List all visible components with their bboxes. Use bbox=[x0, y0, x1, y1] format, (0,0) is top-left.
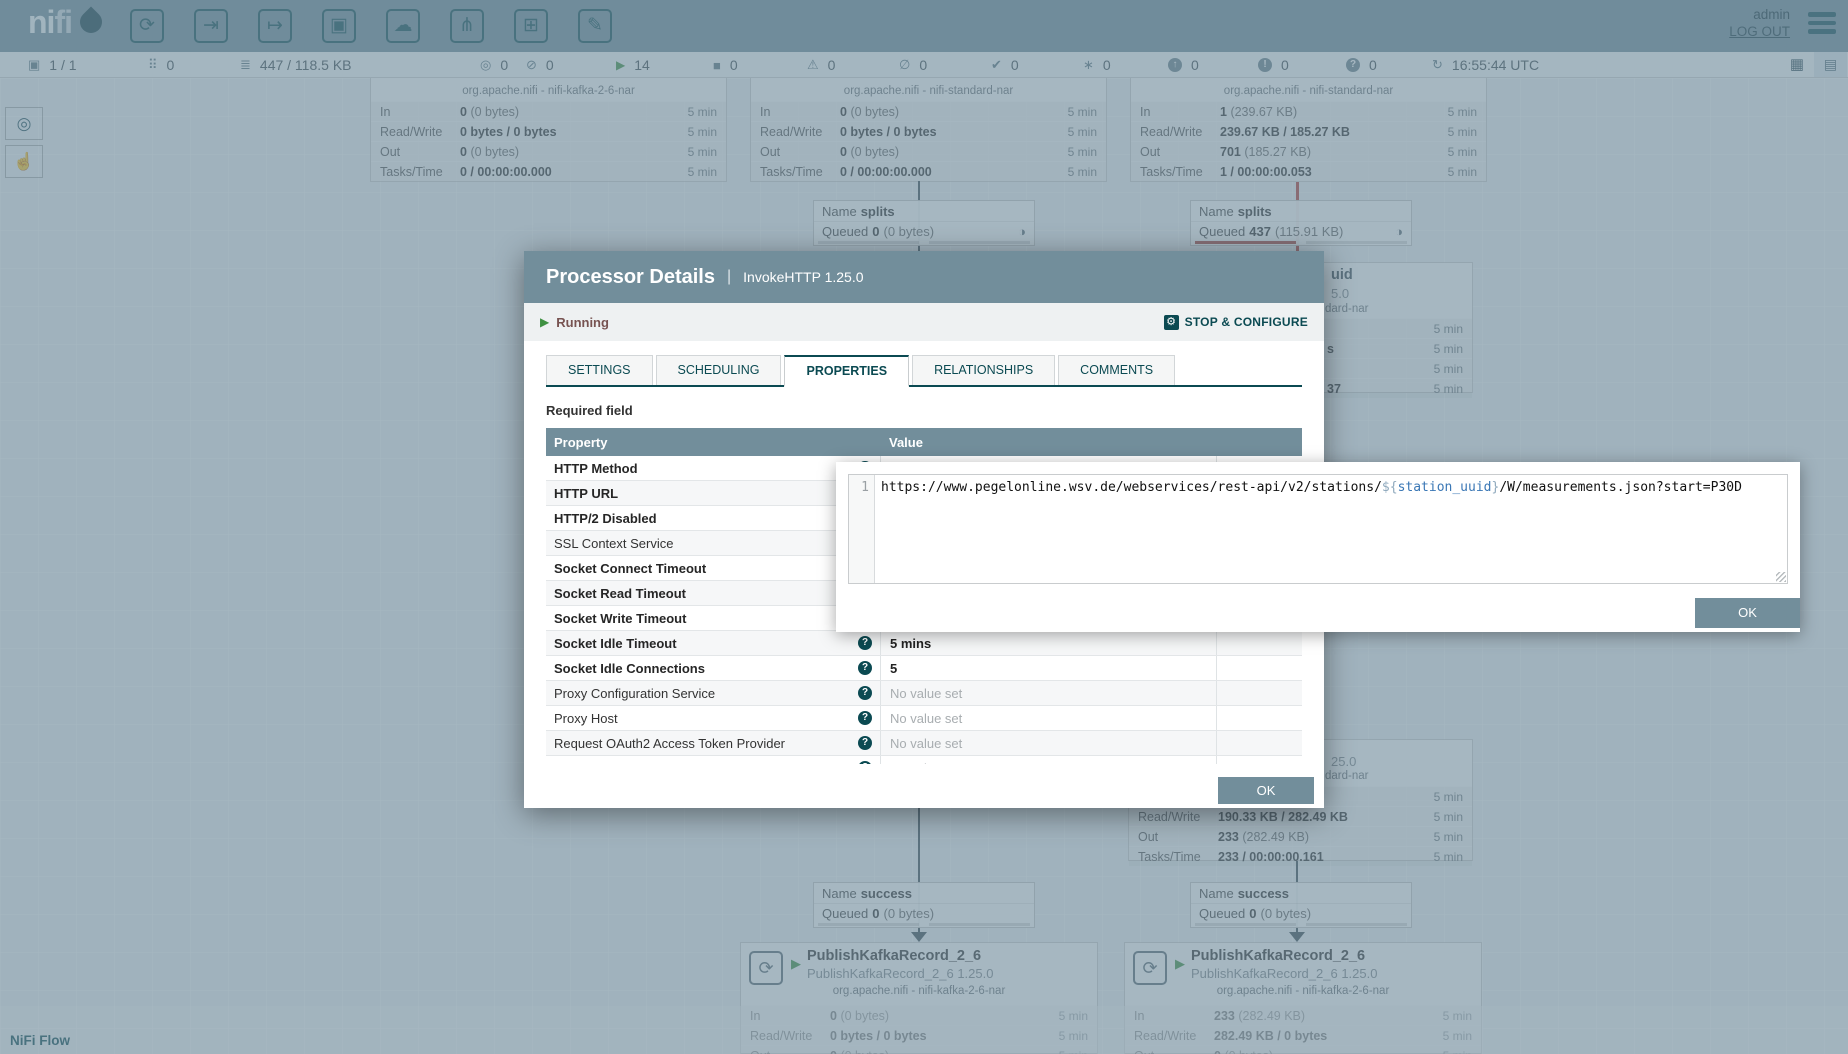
resize-handle[interactable] bbox=[1776, 572, 1786, 582]
value-editor-popup: 1 https://www.pegelonline.wsv.de/webserv… bbox=[836, 462, 1800, 632]
tab-scheduling[interactable]: SCHEDULING bbox=[656, 355, 782, 385]
tab-properties[interactable]: PROPERTIES bbox=[784, 355, 909, 387]
stop-configure-icon: ⚙ bbox=[1164, 315, 1179, 330]
dialog-subtitle: InvokeHTTP 1.25.0 bbox=[743, 269, 863, 285]
value-editor-text[interactable]: https://www.pegelonline.wsv.de/webservic… bbox=[875, 475, 1787, 583]
value-editor[interactable]: 1 https://www.pegelonline.wsv.de/webserv… bbox=[848, 474, 1788, 584]
tab-comments[interactable]: COMMENTS bbox=[1058, 355, 1175, 385]
run-state-label: Running bbox=[556, 315, 609, 330]
help-icon[interactable]: ? bbox=[858, 686, 872, 700]
property-row[interactable]: Socket Idle Connections?5 bbox=[546, 656, 1302, 681]
editor-ok-button[interactable]: OK bbox=[1695, 598, 1800, 628]
dialog-title: Processor Details bbox=[546, 266, 715, 289]
help-icon[interactable]: ? bbox=[858, 711, 872, 725]
dialog-ok-button[interactable]: OK bbox=[1218, 777, 1314, 804]
property-row[interactable]: Proxy Configuration Service?No value set bbox=[546, 681, 1302, 706]
required-field-note: Required field bbox=[546, 403, 1302, 418]
help-icon[interactable]: ? bbox=[858, 661, 872, 675]
help-icon[interactable]: ? bbox=[858, 636, 872, 650]
property-row[interactable]: Request OAuth2 Access Token Provider?No … bbox=[546, 731, 1302, 756]
property-row[interactable]: Request Username?No value set bbox=[546, 756, 1302, 764]
help-icon[interactable]: ? bbox=[858, 761, 872, 764]
tab-relationships[interactable]: RELATIONSHIPS bbox=[912, 355, 1055, 385]
property-row[interactable]: Socket Idle Timeout?5 mins bbox=[546, 631, 1302, 656]
dialog-status-bar: ▶ Running ⚙ STOP & CONFIGURE bbox=[524, 303, 1324, 341]
help-icon[interactable]: ? bbox=[858, 736, 872, 750]
running-icon: ▶ bbox=[540, 315, 549, 329]
property-row[interactable]: Proxy Host?No value set bbox=[546, 706, 1302, 731]
line-number: 1 bbox=[849, 475, 875, 583]
nifi-app: org.apache.nifi - nifi-kafka-2-6-nar In0… bbox=[0, 0, 1848, 1054]
tab-settings[interactable]: SETTINGS bbox=[546, 355, 653, 385]
stop-and-configure-button[interactable]: ⚙ STOP & CONFIGURE bbox=[1164, 315, 1308, 330]
dialog-tabs: SETTINGS SCHEDULING PROPERTIES RELATIONS… bbox=[546, 355, 1302, 387]
dialog-header: Processor Details | InvokeHTTP 1.25.0 bbox=[524, 251, 1324, 303]
properties-table-header: Property Value bbox=[546, 428, 1302, 456]
